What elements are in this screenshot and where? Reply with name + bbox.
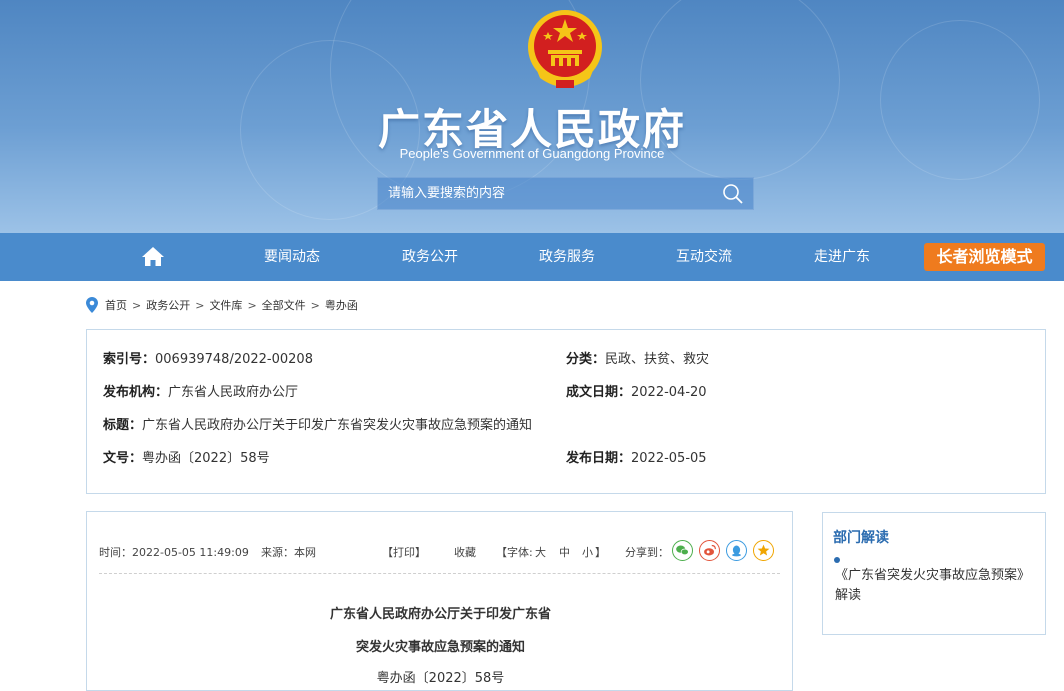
index-number-value: 006939748/2022-00208 (155, 352, 313, 367)
site-header: 广东省人民政府 People's Government of Guangdong… (0, 0, 1064, 233)
category: 分类：民政、扶贫、救灾 (566, 348, 709, 367)
breadcrumb-gov-affairs-open[interactable]: 政务公开 (146, 297, 190, 313)
nav-item-gov-affairs-open[interactable]: 政务公开 (380, 233, 480, 281)
favorite-button[interactable]: 收藏 (454, 544, 476, 560)
written-date-label: 成文日期： (566, 385, 632, 400)
meta-divider (99, 573, 780, 574)
search-icon[interactable] (721, 183, 745, 205)
article-time: 时间：2022-05-05 11:49:09 (99, 546, 249, 559)
document-number-label: 文号： (103, 451, 143, 466)
written-date: 成文日期：2022-04-20 (566, 381, 707, 400)
font-large-button[interactable]: 大 (535, 544, 546, 560)
written-date-value: 2022-04-20 (631, 385, 707, 400)
article-panel: 时间：2022-05-05 11:49:09 来源：本网 【打印】 收藏 【字体… (86, 511, 793, 691)
font-medium-button[interactable]: 中 (559, 544, 570, 560)
nav-item-news[interactable]: 要闻动态 (242, 233, 342, 281)
publish-date-value: 2022-05-05 (631, 451, 707, 466)
breadcrumb-separator: > (247, 298, 257, 312)
home-icon[interactable] (141, 245, 165, 267)
publish-date: 发布日期：2022-05-05 (566, 447, 707, 466)
search-input[interactable] (378, 178, 708, 209)
font-size-label: 【字体: (496, 546, 533, 559)
breadcrumb-separator: > (132, 298, 142, 312)
nav-item-interaction[interactable]: 互动交流 (654, 233, 754, 281)
breadcrumb-file-library[interactable]: 文件库 (209, 297, 242, 313)
breadcrumb: 首页 > 政务公开 > 文件库 > 全部文件 > 粤办函 (86, 296, 358, 314)
breadcrumb-home[interactable]: 首页 (105, 297, 127, 313)
list-bullet (834, 557, 840, 563)
wechat-share-icon[interactable] (672, 540, 693, 561)
breadcrumb-separator: > (310, 298, 320, 312)
nav-item-about-guangdong[interactable]: 走进广东 (792, 233, 892, 281)
font-size-close: 】 (595, 546, 606, 559)
issuing-agency-value: 广东省人民政府办公厅 (168, 385, 299, 400)
document-title-row: 标题：广东省人民政府办公厅关于印发广东省突发火灾事故应急预案的通知 (103, 414, 532, 433)
publish-date-label: 发布日期： (566, 451, 632, 466)
article-title-line-1: 广东省人民政府办公厅关于印发广东省 (329, 607, 551, 622)
breadcrumb-all-files[interactable]: 全部文件 (262, 297, 306, 313)
weibo-share-icon[interactable] (699, 540, 720, 561)
print-button[interactable]: 【打印】 (382, 544, 426, 560)
nav-item-gov-services[interactable]: 政务服务 (517, 233, 617, 281)
document-title-value: 广东省人民政府办公厅关于印发广东省突发火灾事故应急预案的通知 (142, 418, 533, 433)
document-number-value: 粤办函〔2022〕58号 (142, 451, 270, 466)
department-interpretation-panel: 部门解读 《广东省突发火灾事故应急预案》解读 (822, 512, 1046, 635)
document-number: 文号：粤办函〔2022〕58号 (103, 447, 270, 466)
article-title-line-2: 突发火灾事故应急预案的通知 (355, 640, 525, 655)
index-number: 索引号：006939748/2022-00208 (103, 348, 313, 367)
share-label: 分享到： (625, 546, 669, 559)
document-title-label: 标题： (103, 418, 143, 433)
font-small-button[interactable]: 小 (582, 544, 593, 560)
location-pin-icon (86, 297, 98, 313)
qzone-share-icon[interactable] (753, 540, 774, 561)
category-value: 民政、扶贫、救灾 (605, 352, 710, 367)
breadcrumb-yue-ban-han[interactable]: 粤办函 (325, 297, 358, 313)
article-document-number: 粤办函〔2022〕58号 (376, 671, 505, 686)
article-source: 来源：本网 (261, 546, 316, 559)
breadcrumb-separator: > (195, 298, 205, 312)
elder-mode-button[interactable]: 长者浏览模式 (924, 243, 1045, 271)
issuing-agency-label: 发布机构： (103, 385, 169, 400)
main-nav: 要闻动态 政务公开 政务服务 互动交流 走进广东 长者浏览模式 (0, 233, 1064, 281)
index-number-label: 索引号： (103, 352, 156, 367)
issuing-agency: 发布机构：广东省人民政府办公厅 (103, 381, 298, 400)
national-emblem-icon (528, 10, 602, 88)
category-label: 分类： (566, 352, 606, 367)
document-info-box: 索引号：006939748/2022-00208 分类：民政、扶贫、救灾 发布机… (86, 329, 1046, 494)
qq-share-icon[interactable] (726, 540, 747, 561)
interpretation-link[interactable]: 《广东省突发火灾事故应急预案》解读 (835, 566, 1035, 606)
site-subtitle: People's Government of Guangdong Provinc… (399, 146, 665, 161)
department-interpretation-title: 部门解读 (833, 530, 889, 546)
search-bar (377, 177, 754, 210)
